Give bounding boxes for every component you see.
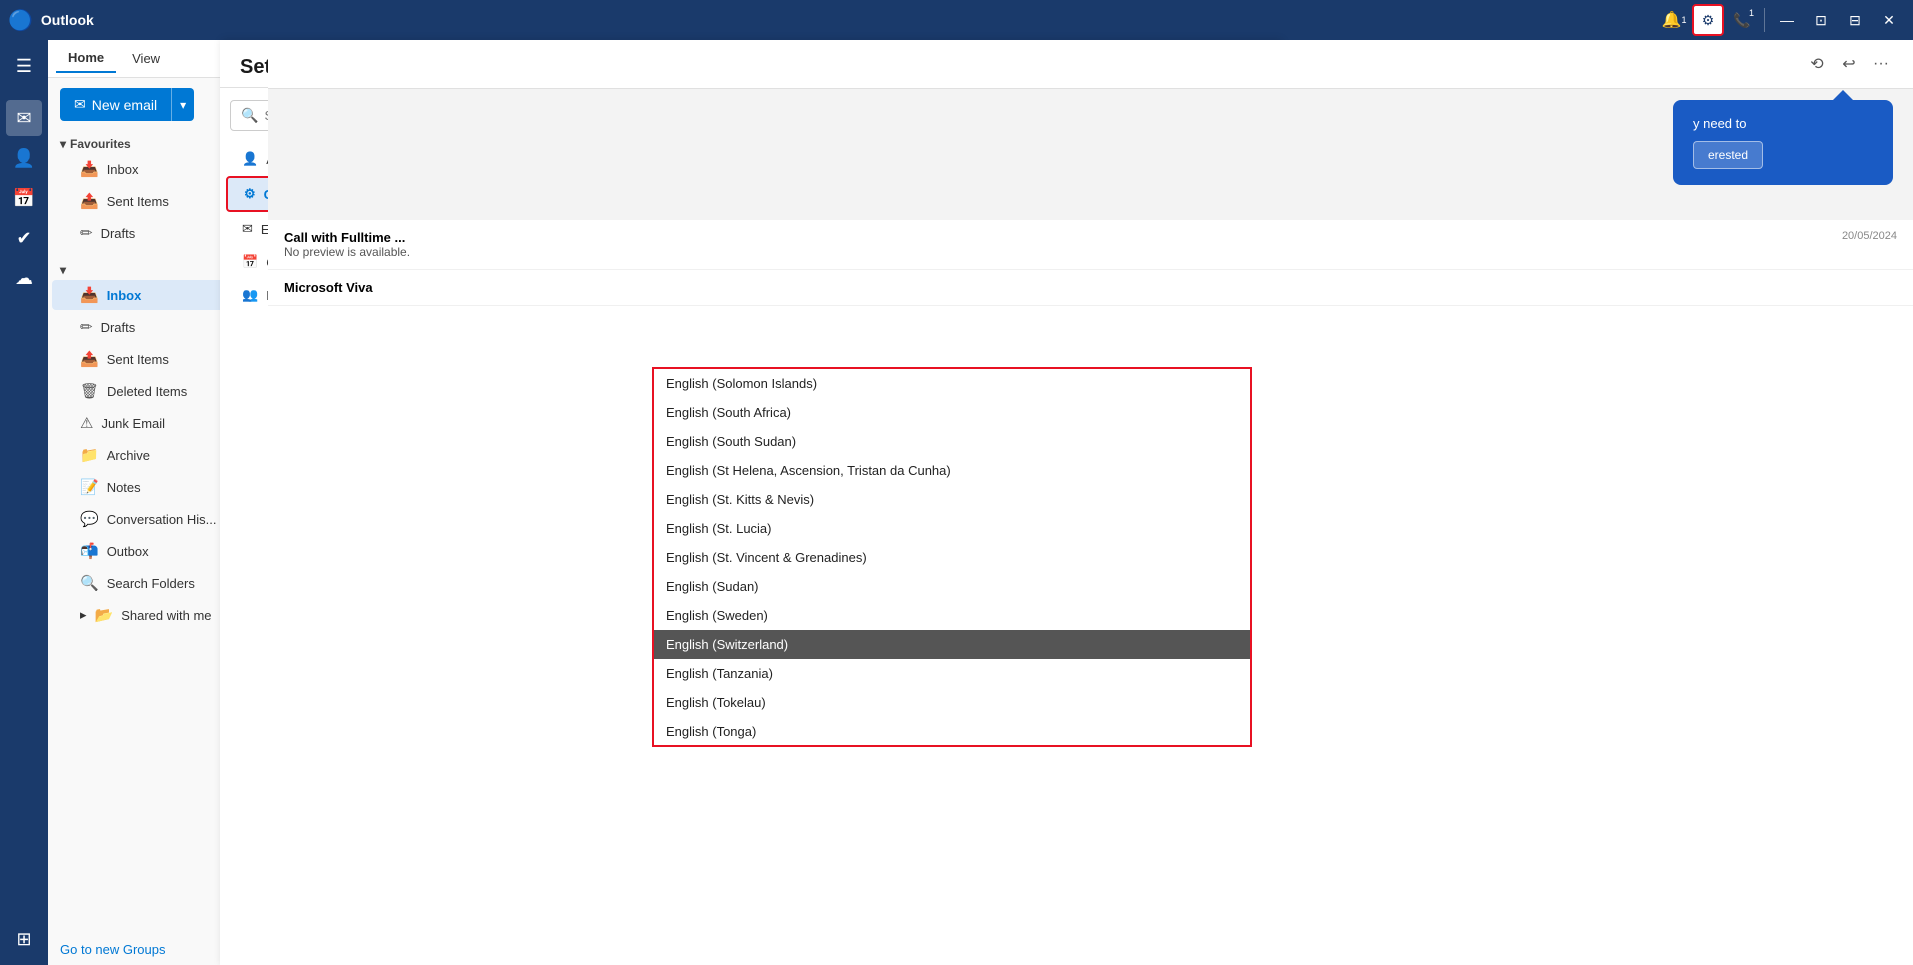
nav-calendar-btn[interactable]: 📅 (6, 180, 42, 216)
general-icon: ⚙ (244, 186, 256, 202)
chevron-right-icon: ▸ (80, 607, 87, 623)
accounts-icon: 👤 (242, 151, 258, 167)
dropdown-item-11[interactable]: English (Tokelau) (654, 688, 1250, 717)
chevron-down-icon: ▾ (60, 137, 66, 151)
email-item-0[interactable]: 20/05/2024 Call with Fulltime ... No pre… (268, 220, 1913, 270)
inbox-main-icon: 📥 (80, 286, 99, 304)
dropdown-item-10[interactable]: English (Tanzania) (654, 659, 1250, 688)
email-toolbar: ⟲ ↩ ··· (268, 40, 1913, 89)
home-tab[interactable]: Home (56, 44, 116, 73)
language-dropdown[interactable]: English (Solomon Islands) English (South… (652, 367, 1252, 747)
dropdown-item-5[interactable]: English (St. Lucia) (654, 514, 1250, 543)
inbox-icon: 📥 (80, 160, 99, 178)
conversation-icon: 💬 (80, 510, 99, 528)
email-nav-icon: ✉ (242, 221, 253, 237)
nav-icons: ☰ ✉ 👤 📅 ✔ ☁ ⊞ (0, 40, 48, 965)
notes-icon: 📝 (80, 478, 99, 496)
app-name: Outlook (41, 12, 94, 28)
nav-mail-btn[interactable]: ✉ (6, 100, 42, 136)
restore-btn[interactable]: ⊡ (1805, 4, 1837, 36)
titlebar-left: 🔵 Outlook (8, 8, 94, 33)
drafts-main-icon: ✏ (80, 318, 93, 336)
app-layout: ☰ ✉ 👤 📅 ✔ ☁ ⊞ Home View ✉ New email ▾ ▾ … (0, 40, 1913, 965)
dropdown-item-6[interactable]: English (St. Vincent & Grenadines) (654, 543, 1250, 572)
email-item-1[interactable]: Microsoft Viva (268, 270, 1913, 306)
dropdown-item-2[interactable]: English (South Sudan) (654, 427, 1250, 456)
nav-cloud-btn[interactable]: ☁ (6, 260, 42, 296)
reply-all-btn[interactable]: ↩ (1833, 48, 1865, 80)
sent-icon: 📤 (80, 192, 99, 210)
sent-main-icon: 📤 (80, 350, 99, 368)
new-email-label: New email (92, 97, 157, 113)
email-preview-0: No preview is available. (284, 245, 1897, 259)
more-options-btn[interactable]: ··· (1865, 48, 1897, 80)
minimize-btn[interactable]: — (1771, 4, 1803, 36)
chevron-up-icon: ▾ (60, 263, 66, 277)
dropdown-item-1[interactable]: English (South Africa) (654, 398, 1250, 427)
dropdown-item-7[interactable]: English (Sudan) (654, 572, 1250, 601)
close-btn[interactable]: ✕ (1873, 4, 1905, 36)
search-folders-icon: 🔍 (80, 574, 99, 592)
notification-bell-btn[interactable]: 🔔1 (1658, 4, 1690, 36)
junk-icon: ⚠ (80, 414, 93, 432)
shared-icon: 📂 (95, 606, 114, 624)
new-email-btn[interactable]: ✉ New email (60, 88, 171, 121)
email-sender-1: Microsoft Viva (284, 280, 1897, 295)
nav-people-btn[interactable]: 👤 (6, 140, 42, 176)
dropdown-item-8[interactable]: English (Sweden) (654, 601, 1250, 630)
people-nav-icon: 👥 (242, 287, 258, 303)
outbox-icon: 📬 (80, 542, 99, 560)
view-tab[interactable]: View (120, 45, 172, 72)
deleted-icon: 🗑 (80, 382, 99, 400)
phone-btn[interactable]: 📞1 (1726, 4, 1758, 36)
dropdown-item-0[interactable]: English (Solomon Islands) (654, 369, 1250, 398)
dropdown-item-9[interactable]: English (Switzerland) (654, 630, 1250, 659)
refresh-btn[interactable]: ⟲ (1801, 48, 1833, 80)
email-sender-0: Call with Fulltime ... (284, 230, 1897, 245)
nav-tasks-btn[interactable]: ✔ (6, 220, 42, 256)
dropdown-item-4[interactable]: English (St. Kitts & Nevis) (654, 485, 1250, 514)
notification-popup: y need to erested (1673, 100, 1893, 185)
interested-btn[interactable]: erested (1693, 141, 1763, 169)
outlook-logo: 🔵 (8, 8, 33, 33)
email-date-0: 20/05/2024 (1842, 230, 1897, 242)
search-icon: 🔍 (241, 107, 258, 124)
notification-text: y need to (1693, 116, 1873, 131)
calendar-nav-icon: 📅 (242, 254, 258, 270)
settings-gear-btn[interactable]: ⚙ (1692, 4, 1724, 36)
dropdown-item-13[interactable]: English (Trinidad & Tobago) (654, 746, 1250, 747)
dropdown-item-3[interactable]: English (St Helena, Ascension, Tristan d… (654, 456, 1250, 485)
archive-icon: 📁 (80, 446, 99, 464)
titlebar: 🔵 Outlook 🔔1 ⚙ 📞1 — ⊡ ⊟ ✕ (0, 0, 1913, 40)
nav-apps-btn[interactable]: ⊞ (6, 921, 42, 957)
titlebar-controls: 🔔1 ⚙ 📞1 — ⊡ ⊟ ✕ (1658, 4, 1905, 36)
new-email-arrow-btn[interactable]: ▾ (171, 88, 194, 121)
snap-btn[interactable]: ⊟ (1839, 4, 1871, 36)
drafts-icon: ✏ (80, 224, 93, 242)
dropdown-item-12[interactable]: English (Tonga) (654, 717, 1250, 746)
new-email-icon: ✉ (74, 96, 86, 113)
hamburger-menu-btn[interactable]: ☰ (6, 48, 42, 84)
go-to-groups-link[interactable]: Go to new Groups (60, 942, 166, 957)
